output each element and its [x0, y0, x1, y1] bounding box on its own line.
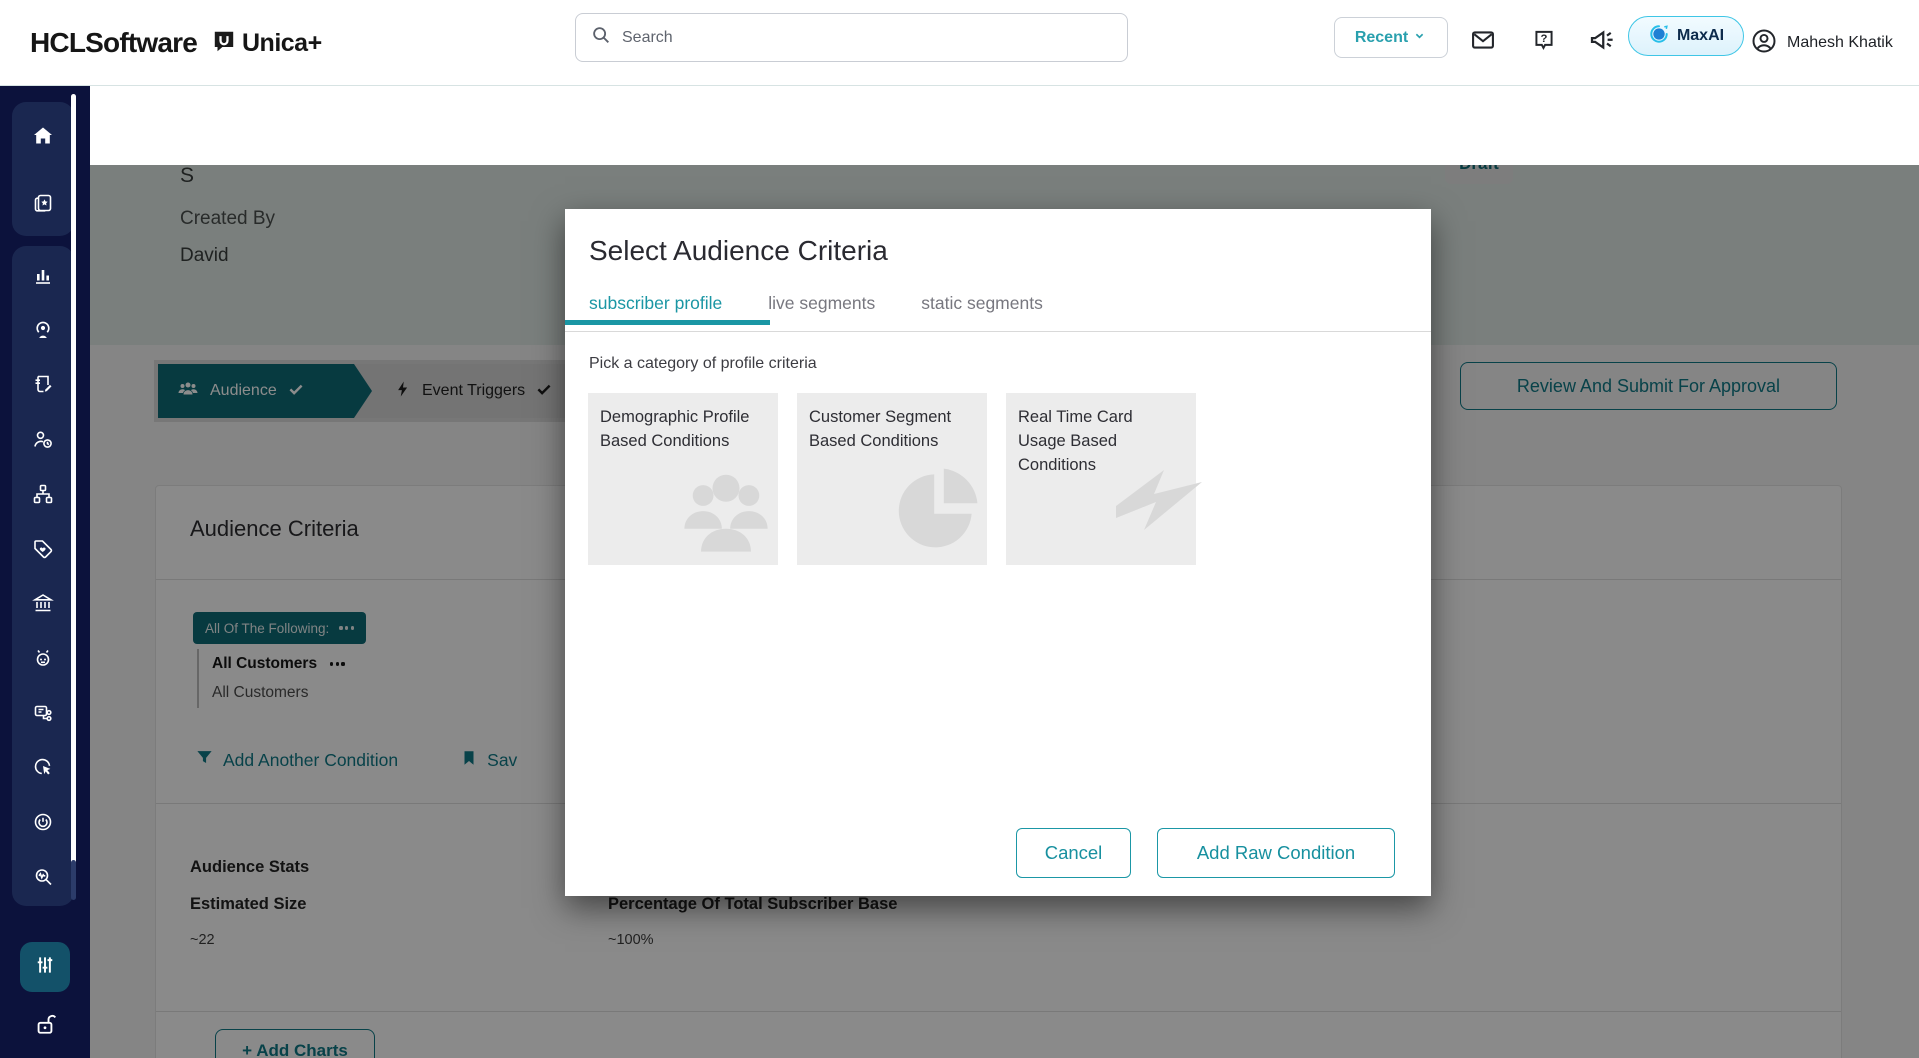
- people-group-icon: [674, 460, 778, 561]
- note-edit-icon[interactable]: [30, 371, 56, 397]
- cancel-button[interactable]: Cancel: [1016, 828, 1131, 878]
- bar-chart-icon[interactable]: [30, 262, 56, 288]
- sticky-subheader: [90, 86, 1919, 165]
- sliders-icon: [32, 952, 58, 983]
- nav-group-top: [12, 102, 74, 236]
- brand-logos: HCLSoftware Unica+: [30, 0, 322, 86]
- announcements-icon[interactable]: [1586, 24, 1618, 56]
- category-card-demographic[interactable]: Demographic Profile Based Conditions: [588, 393, 778, 565]
- tag-heart-icon[interactable]: [30, 536, 56, 562]
- user-avatar-icon: [1750, 27, 1778, 60]
- divider: [565, 331, 1431, 332]
- category-card-title: Customer Segment Based Conditions: [797, 393, 987, 454]
- dialog-tabs: subscriber profile live segments static …: [589, 293, 1043, 332]
- sidebar-scrollbar-thumb[interactable]: [71, 860, 76, 900]
- user-clock-icon[interactable]: [30, 426, 56, 452]
- sitemap-icon[interactable]: [30, 481, 56, 507]
- chevron-down-icon: [1412, 28, 1427, 48]
- global-search[interactable]: [575, 13, 1128, 62]
- user-menu[interactable]: Mahesh Khatik: [1750, 0, 1893, 86]
- add-raw-condition-button[interactable]: Add Raw Condition: [1157, 828, 1395, 878]
- robot-icon[interactable]: [30, 645, 56, 671]
- hcl-software-logo: HCLSoftware: [30, 27, 197, 59]
- nav-group-main: [12, 246, 74, 906]
- top-bar: HCLSoftware Unica+ Recent ?: [0, 0, 1919, 86]
- gauge-icon[interactable]: [30, 809, 56, 835]
- search-icon: [590, 24, 612, 51]
- svg-text:?: ?: [1541, 33, 1548, 45]
- app-screen: HCLSoftware Unica+ Recent ?: [0, 0, 1919, 1058]
- cards-star-icon[interactable]: [30, 190, 56, 216]
- category-card-list: Demographic Profile Based Conditions Cus…: [588, 393, 1196, 565]
- sidebar-scrollbar-track[interactable]: [71, 94, 76, 866]
- help-icon[interactable]: ?: [1528, 24, 1560, 56]
- active-tab-underline: [565, 320, 770, 325]
- home-icon[interactable]: [30, 123, 56, 149]
- doc-flow-icon[interactable]: [30, 700, 56, 726]
- user-name: Mahesh Khatik: [1787, 34, 1893, 52]
- main-content: S Created By David Draft Audience Event …: [90, 86, 1919, 1058]
- unica-wordmark: Unica+: [242, 29, 322, 58]
- search-input[interactable]: [622, 29, 1113, 47]
- mail-icon[interactable]: [1467, 24, 1499, 56]
- maxai-label: MaxAI: [1677, 27, 1724, 45]
- pie-chart-icon: [891, 460, 987, 561]
- tab-static-segments[interactable]: static segments: [921, 293, 1043, 332]
- category-prompt: Pick a category of profile criteria: [589, 355, 817, 373]
- settings-button[interactable]: [20, 942, 70, 992]
- select-audience-criteria-dialog: Select Audience Criteria subscriber prof…: [565, 209, 1431, 896]
- lock-open-icon[interactable]: [30, 1008, 60, 1040]
- category-card-title: Real Time Card Usage Based Conditions: [1006, 393, 1196, 478]
- unica-logo: Unica+: [211, 28, 322, 59]
- bank-icon[interactable]: [30, 590, 56, 616]
- category-card-card-usage[interactable]: Real Time Card Usage Based Conditions: [1006, 393, 1196, 565]
- dialog-title: Select Audience Criteria: [589, 235, 888, 267]
- category-card-title: Demographic Profile Based Conditions: [588, 393, 778, 454]
- recent-label: Recent: [1355, 29, 1408, 47]
- unica-bubble-icon: [211, 28, 237, 59]
- category-card-segment[interactable]: Customer Segment Based Conditions: [797, 393, 987, 565]
- recent-dropdown[interactable]: Recent: [1334, 17, 1448, 58]
- maxai-button[interactable]: MaxAI: [1628, 16, 1744, 56]
- target-cursor-icon[interactable]: [30, 754, 56, 780]
- tab-subscriber-profile[interactable]: subscriber profile: [589, 293, 722, 332]
- maxai-icon: [1648, 23, 1670, 50]
- tab-live-segments[interactable]: live segments: [768, 293, 875, 332]
- podcast-icon[interactable]: [30, 317, 56, 343]
- side-nav: [0, 86, 90, 1058]
- search-pulse-icon[interactable]: [30, 864, 56, 890]
